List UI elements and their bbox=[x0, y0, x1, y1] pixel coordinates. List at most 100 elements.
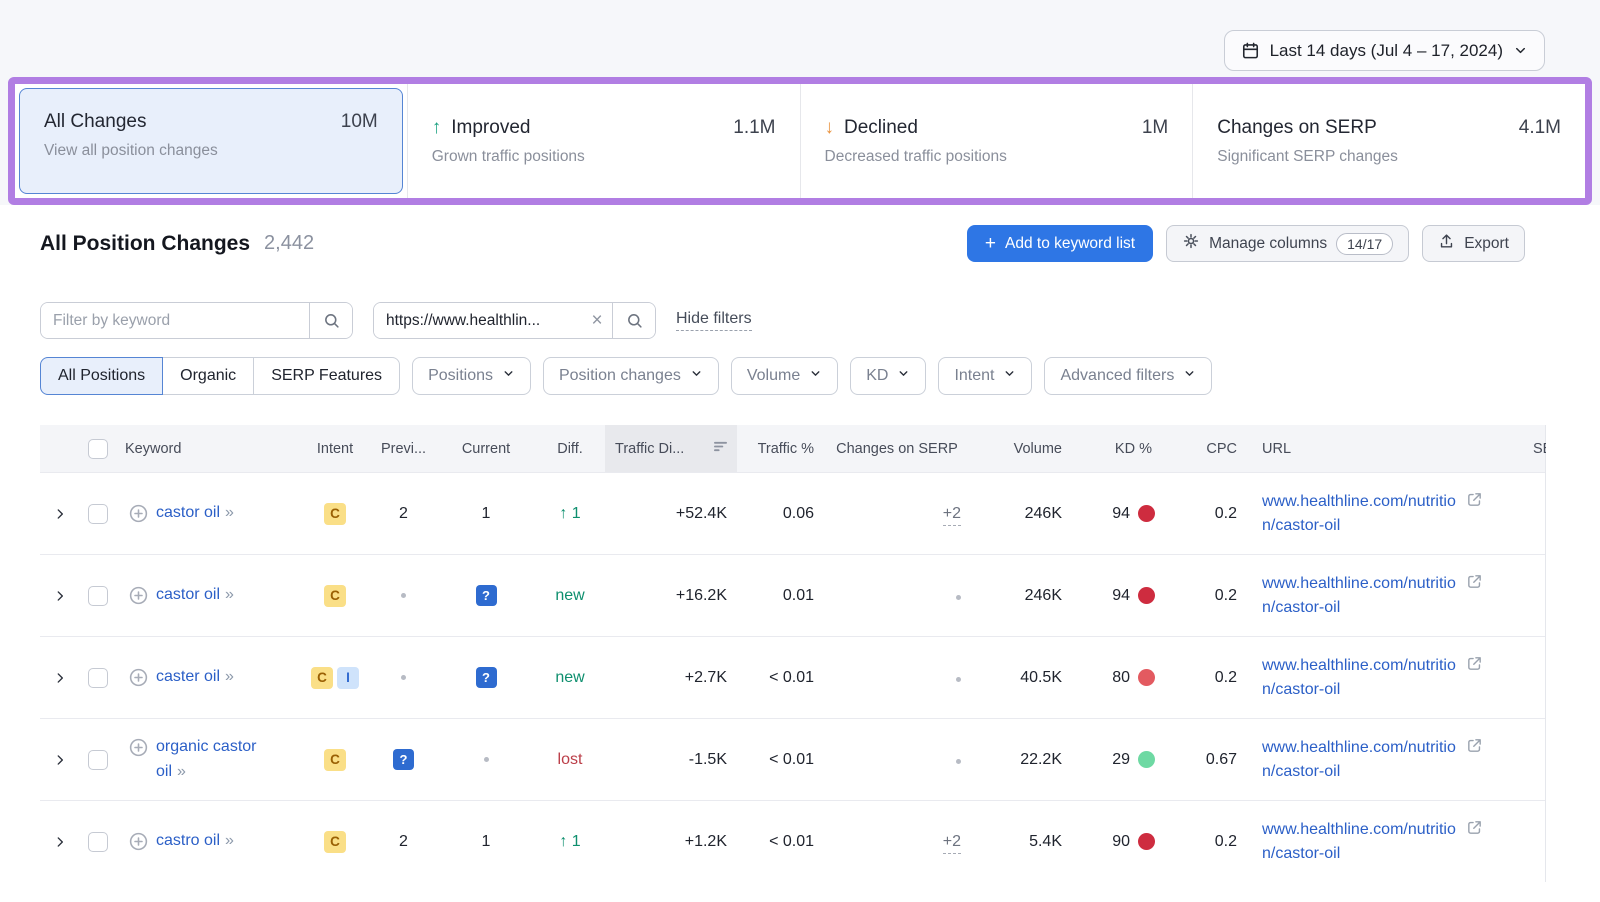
position-diff: ↑ 1 bbox=[559, 505, 580, 523]
previous-position: 2 bbox=[399, 833, 408, 851]
col-header-changes-on-serp[interactable]: Changes on SERP bbox=[817, 441, 977, 457]
intent-badge-informational: I bbox=[337, 667, 359, 689]
cpc-value: 0.2 bbox=[1162, 505, 1240, 523]
volume-value: 246K bbox=[977, 587, 1072, 605]
col-header-label: Traffic Di... bbox=[615, 441, 684, 457]
expand-row-icon[interactable] bbox=[53, 671, 67, 685]
external-link-icon[interactable] bbox=[1466, 655, 1483, 677]
result-url-link[interactable]: www.healthline.com/nutrition/castor-oil bbox=[1262, 818, 1460, 864]
expand-row-icon[interactable] bbox=[53, 589, 67, 603]
position-diff: new bbox=[555, 669, 584, 687]
add-keyword-icon[interactable] bbox=[128, 585, 149, 606]
tab-value: 1M bbox=[1142, 117, 1168, 139]
keyword-overview-icon[interactable]: » bbox=[225, 586, 234, 603]
keyword-link[interactable]: caster oil bbox=[156, 668, 220, 685]
row-checkbox[interactable] bbox=[88, 504, 108, 524]
segment-all-positions[interactable]: All Positions bbox=[40, 357, 163, 395]
chevron-down-icon bbox=[690, 367, 703, 385]
external-link-icon[interactable] bbox=[1466, 573, 1483, 595]
kd-dropdown[interactable]: KD bbox=[850, 357, 926, 395]
hide-filters-link[interactable]: Hide filters bbox=[676, 310, 752, 331]
current-position: 1 bbox=[482, 505, 491, 523]
keyword-overview-icon[interactable]: » bbox=[177, 763, 186, 780]
no-change-dot bbox=[956, 759, 961, 764]
serp-changes-link[interactable]: +2 bbox=[943, 833, 961, 854]
select-all-checkbox[interactable] bbox=[88, 439, 108, 459]
result-url-link[interactable]: www.healthline.com/nutrition/castor-oil bbox=[1262, 572, 1460, 618]
result-url-link[interactable]: www.healthline.com/nutrition/castor-oil bbox=[1262, 490, 1460, 536]
add-keyword-icon[interactable] bbox=[128, 503, 149, 524]
search-icon[interactable] bbox=[612, 303, 655, 338]
dropdown-label: Advanced filters bbox=[1060, 367, 1174, 385]
manage-columns-button[interactable]: Manage columns 14/17 bbox=[1166, 225, 1409, 262]
export-label: Export bbox=[1464, 235, 1509, 253]
col-header-kd[interactable]: KD % bbox=[1072, 441, 1162, 457]
tab-all-changes[interactable]: All Changes 10M View all position change… bbox=[15, 84, 407, 198]
add-keyword-icon[interactable] bbox=[128, 667, 149, 688]
external-link-icon[interactable] bbox=[1466, 737, 1483, 759]
tab-subtitle: Significant SERP changes bbox=[1217, 148, 1561, 166]
traffic-diff-value: +52.4K bbox=[605, 505, 737, 523]
row-checkbox[interactable] bbox=[88, 832, 108, 852]
col-header-current[interactable]: Current bbox=[437, 441, 535, 457]
col-header-diff[interactable]: Diff. bbox=[535, 441, 605, 457]
col-header-previous[interactable]: Previ... bbox=[370, 441, 437, 457]
external-link-icon[interactable] bbox=[1466, 491, 1483, 513]
result-url-link[interactable]: www.healthline.com/nutrition/castor-oil bbox=[1262, 654, 1460, 700]
keyword-link[interactable]: castor oil bbox=[156, 586, 220, 603]
expand-row-icon[interactable] bbox=[53, 753, 67, 767]
export-button[interactable]: Export bbox=[1422, 225, 1525, 262]
col-header-traffic-diff[interactable]: Traffic Di... bbox=[605, 425, 737, 472]
tab-improved[interactable]: ↑ Improved 1.1M Grown traffic positions bbox=[407, 84, 800, 198]
col-header-traffic-pct[interactable]: Traffic % bbox=[737, 441, 817, 457]
intent-badge-commercial: C bbox=[311, 667, 333, 689]
traffic-diff-value: +16.2K bbox=[605, 587, 737, 605]
tab-all-changes-card[interactable]: All Changes 10M View all position change… bbox=[19, 88, 403, 194]
segment-serp-features[interactable]: SERP Features bbox=[254, 357, 400, 395]
keyword-overview-icon[interactable]: » bbox=[225, 504, 234, 521]
col-header-keyword[interactable]: Keyword bbox=[116, 441, 300, 457]
add-to-keyword-list-button[interactable]: + Add to keyword list bbox=[967, 225, 1153, 262]
advanced-filters-dropdown[interactable]: Advanced filters bbox=[1044, 357, 1212, 395]
intent-dropdown[interactable]: Intent bbox=[938, 357, 1032, 395]
expand-row-icon[interactable] bbox=[53, 835, 67, 849]
dropdown-label: Intent bbox=[954, 367, 994, 385]
search-icon[interactable] bbox=[309, 303, 352, 338]
row-checkbox[interactable] bbox=[88, 586, 108, 606]
kd-indicator-dot bbox=[1138, 751, 1155, 768]
position-changes-dropdown[interactable]: Position changes bbox=[543, 357, 719, 395]
clear-icon[interactable]: × bbox=[582, 303, 612, 338]
tab-title: Improved bbox=[451, 117, 530, 139]
col-header-url[interactable]: URL bbox=[1240, 441, 1490, 457]
col-header-cpc[interactable]: CPC bbox=[1162, 441, 1240, 457]
keyword-filter-input[interactable] bbox=[41, 303, 309, 338]
date-range-picker[interactable]: Last 14 days (Jul 4 – 17, 2024) bbox=[1224, 30, 1545, 71]
tab-changes-on-serp[interactable]: Changes on SERP 4.1M Significant SERP ch… bbox=[1192, 84, 1585, 198]
tab-declined[interactable]: ↓ Declined 1M Decreased traffic position… bbox=[800, 84, 1193, 198]
keyword-overview-icon[interactable]: » bbox=[225, 668, 234, 685]
col-header-intent[interactable]: Intent bbox=[300, 441, 370, 457]
row-checkbox[interactable] bbox=[88, 750, 108, 770]
keyword-link[interactable]: castor oil bbox=[156, 504, 220, 521]
col-header-volume[interactable]: Volume bbox=[977, 441, 1072, 457]
kd-value: 80 bbox=[1112, 669, 1130, 687]
traffic-diff-value: +2.7K bbox=[605, 669, 737, 687]
keyword-link[interactable]: castro oil bbox=[156, 832, 220, 849]
no-change-dot bbox=[956, 677, 961, 682]
serp-changes-link[interactable]: +2 bbox=[943, 505, 961, 526]
url-filter-input[interactable] bbox=[374, 303, 582, 338]
positions-dropdown[interactable]: Positions bbox=[412, 357, 531, 395]
row-checkbox[interactable] bbox=[88, 668, 108, 688]
dropdown-label: Positions bbox=[428, 367, 493, 385]
add-keyword-icon[interactable] bbox=[128, 737, 149, 758]
col-header-se[interactable]: SE bbox=[1490, 441, 1546, 457]
traffic-diff-value: -1.5K bbox=[605, 751, 737, 769]
keyword-overview-icon[interactable]: » bbox=[225, 832, 234, 849]
segment-organic[interactable]: Organic bbox=[163, 357, 254, 395]
volume-dropdown[interactable]: Volume bbox=[731, 357, 838, 395]
expand-row-icon[interactable] bbox=[53, 507, 67, 521]
external-link-icon[interactable] bbox=[1466, 819, 1483, 841]
result-url-link[interactable]: www.healthline.com/nutrition/castor-oil bbox=[1262, 736, 1460, 782]
add-keyword-icon[interactable] bbox=[128, 831, 149, 852]
keyword-link[interactable]: organic castor oil bbox=[156, 738, 257, 780]
